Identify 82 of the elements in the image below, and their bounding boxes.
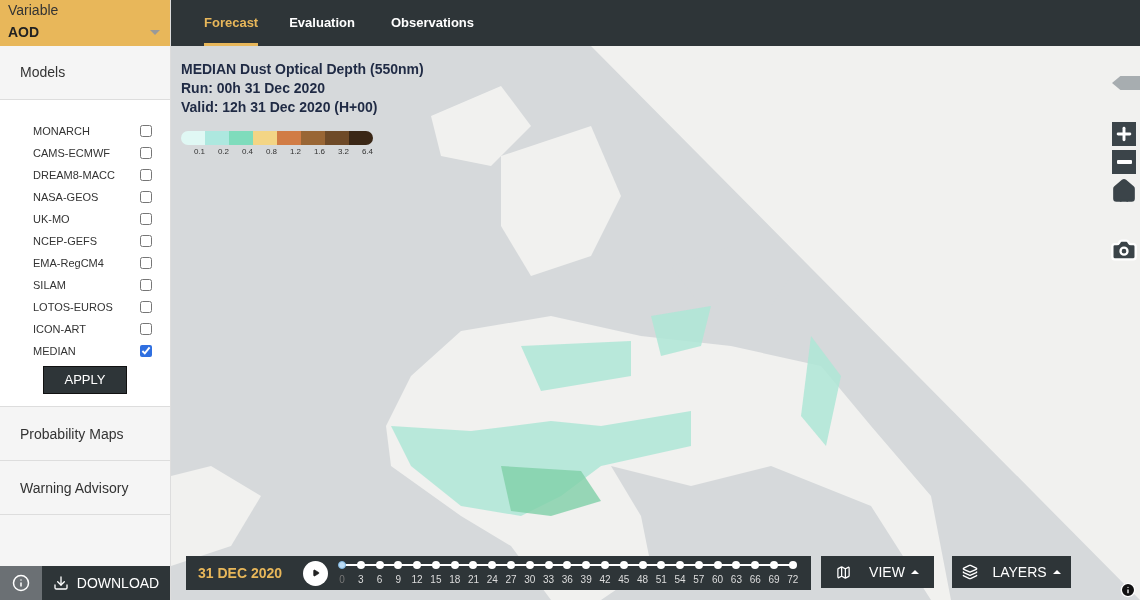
info-icon [12, 574, 30, 592]
zoom-in-button[interactable] [1112, 122, 1136, 146]
variable-label: Variable [8, 2, 60, 18]
legend-label: 0.2 [217, 147, 229, 156]
model-checkbox[interactable] [140, 147, 152, 159]
apply-button[interactable]: APPLY [43, 366, 127, 394]
time-step[interactable]: 57 [694, 558, 703, 588]
nav-tab[interactable]: Observations [385, 0, 480, 46]
model-name: MEDIAN [33, 343, 76, 359]
variable-value: AOD [8, 23, 40, 42]
time-step[interactable]: 21 [469, 558, 478, 588]
play-button[interactable] [303, 560, 328, 586]
time-step[interactable]: 3 [356, 558, 365, 588]
model-checkbox[interactable] [140, 301, 152, 313]
download-button[interactable]: DOWNLOAD [42, 566, 170, 600]
time-step[interactable]: 60 [713, 558, 722, 588]
plus-icon [1114, 124, 1134, 144]
time-step[interactable]: 63 [732, 558, 741, 588]
model-checkbox[interactable] [140, 323, 152, 335]
legend-label: 0.4 [241, 147, 253, 156]
time-step[interactable]: 30 [525, 558, 534, 588]
model-name: ICON-ART [33, 321, 86, 337]
map-title: Valid: 12h 31 Dec 2020 (H+00) [181, 98, 379, 117]
model-checkbox[interactable] [140, 345, 152, 357]
download-icon [52, 575, 69, 591]
play-icon [311, 569, 320, 577]
caret-icon [150, 30, 160, 35]
legend-label: 0.8 [265, 147, 277, 156]
legend-label: 1.2 [289, 147, 301, 156]
minus-icon [1116, 160, 1132, 164]
time-step[interactable]: 48 [638, 558, 647, 588]
model-checkbox[interactable] [140, 169, 152, 181]
view-button[interactable]: VIEW [821, 556, 934, 588]
variable-select[interactable]: Variable AOD [0, 0, 170, 46]
model-name: NCEP-GEFS [33, 233, 98, 249]
time-step[interactable]: 72 [788, 558, 797, 588]
model-name: CAMS-ECMWF [33, 145, 110, 161]
section-header[interactable]: Probability Maps [0, 407, 170, 461]
model-name: NASA-GEOS [33, 189, 99, 205]
model-name: LOTOS-EUROS [33, 299, 113, 315]
model-name: DREAM8-MACC [33, 167, 115, 183]
time-step[interactable]: 24 [488, 558, 497, 588]
section-header[interactable]: Warning Advisory [0, 461, 170, 515]
time-step[interactable]: 18 [450, 558, 459, 588]
nav-tab[interactable]: Evaluation [284, 0, 360, 46]
time-step[interactable]: 51 [657, 558, 666, 588]
layers-button[interactable]: LAYERS [952, 556, 1071, 588]
model-checkbox[interactable] [140, 279, 152, 291]
model-checkbox[interactable] [140, 125, 152, 137]
time-step[interactable]: 36 [563, 558, 572, 588]
model-name: SILAM [33, 277, 66, 293]
zoom-out-button[interactable] [1112, 150, 1136, 174]
model-name: EMA-RegCM4 [33, 255, 104, 271]
time-step[interactable]: 42 [600, 558, 609, 588]
model-name: MONARCH [33, 123, 90, 139]
model-checkbox[interactable] [140, 257, 152, 269]
legend-label: 0.1 [193, 147, 205, 156]
time-step[interactable]: 12 [413, 558, 422, 588]
time-step[interactable]: 54 [676, 558, 685, 588]
model-checkbox[interactable] [140, 191, 152, 203]
model-checkbox[interactable] [140, 235, 152, 247]
map-title: MEDIAN Dust Optical Depth (550nm) [181, 60, 424, 79]
info-icon[interactable] [1120, 582, 1136, 598]
legend-label: 3.2 [337, 147, 349, 156]
time-step[interactable]: 45 [619, 558, 628, 588]
layers-icon [962, 564, 979, 580]
time-step[interactable]: 9 [394, 558, 403, 588]
time-step[interactable]: 6 [375, 558, 384, 588]
time-step[interactable]: 69 [769, 558, 778, 588]
time-step[interactable]: 27 [507, 558, 516, 588]
time-step[interactable]: 15 [431, 558, 440, 588]
map-title: Run: 00h 31 Dec 2020 [181, 79, 326, 98]
model-name: UK-MO [33, 211, 70, 227]
legend-label: 1.6 [313, 147, 325, 156]
model-checkbox[interactable] [140, 213, 152, 225]
info-button[interactable] [0, 566, 42, 600]
legend-label: 6.4 [361, 147, 373, 156]
time-step[interactable]: 66 [751, 558, 760, 588]
map-icon [836, 564, 852, 580]
time-step[interactable]: 33 [544, 558, 553, 588]
time-step[interactable]: 39 [582, 558, 591, 588]
timeline-date: 31 DEC 2020 [198, 563, 284, 583]
